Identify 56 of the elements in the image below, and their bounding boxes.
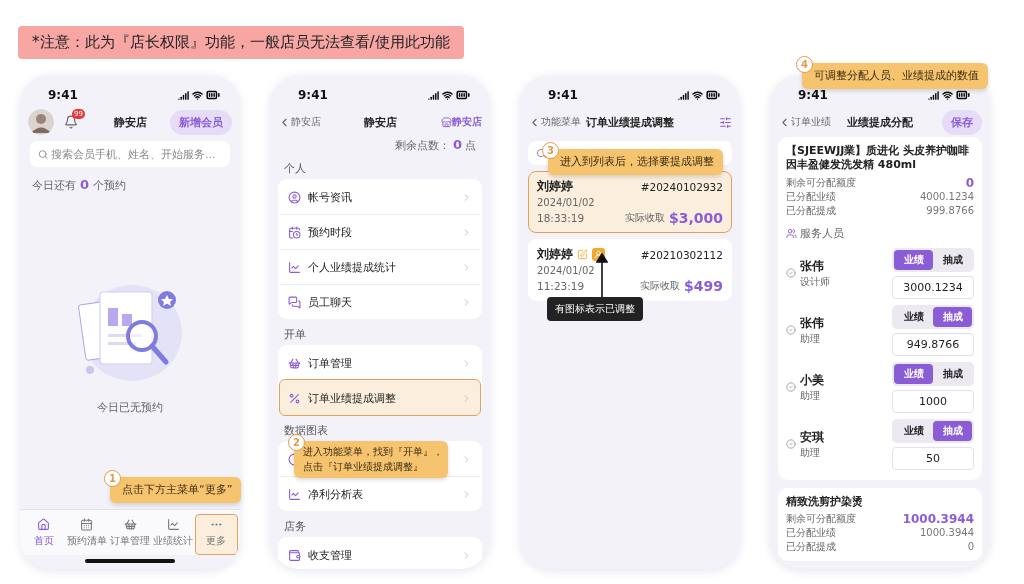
status-time: 9:41: [548, 88, 578, 102]
customer-name: 刘婷婷: [537, 178, 573, 195]
status-time: 9:41: [298, 88, 328, 102]
stat-label: 剩余可分配额度: [786, 511, 856, 526]
order-date: 2024/01/02: [537, 197, 596, 208]
stat-value: 1000.3944: [919, 527, 974, 539]
stat-label: 已分配业绩: [786, 189, 836, 204]
staff-role: 设计师: [800, 274, 830, 289]
points-value: 0: [452, 137, 462, 152]
status-time: 9:41: [48, 88, 78, 102]
stat-label: 已分配业绩: [786, 525, 836, 540]
screen-title: 业绩提成分配: [847, 114, 913, 130]
screen-title: 静安店: [363, 114, 397, 130]
section-title: 个人: [283, 161, 307, 177]
order-number: #20240102932: [640, 180, 723, 193]
notice-banner: *注意：此为『店长权限』功能，一般店员无法查看/使用此功能: [18, 26, 464, 59]
staff-name: 张伟: [800, 257, 825, 275]
amount-label: 实际收取: [624, 211, 665, 225]
order-time: 18:33:19: [537, 212, 585, 224]
order-amount: $499: [684, 278, 723, 294]
tooltip: 有图标表示已调整: [547, 297, 643, 321]
staff-name: 小美: [800, 371, 824, 389]
stat-value: 999.8766: [926, 205, 974, 217]
product-name: 【SJEEWJJ業】质进化 头皮养护咖啡因丰盈健发洗发精 480ml: [786, 144, 971, 173]
section-title: 服务人员: [800, 225, 844, 241]
staff-name: 安琪: [800, 428, 824, 446]
step-number: 4: [796, 56, 813, 73]
product-name: 精致洗剪护染烫: [786, 494, 864, 509]
stat-value: 1000.3944: [902, 511, 974, 526]
staff-role: 助理: [800, 445, 821, 460]
order-amount: $3,000: [668, 210, 723, 226]
points-label: 剩余点数：: [394, 138, 450, 153]
stat-value: 4000.1234: [919, 191, 974, 203]
empty-message: 今日已无预约: [97, 399, 163, 415]
points-unit: 点: [465, 138, 476, 153]
order-number: #20210302112: [640, 248, 723, 261]
appointment-label: 今日还有: [32, 178, 76, 193]
stat-value: 0: [967, 541, 974, 553]
order-time: 11:23:19: [537, 280, 585, 292]
stat-label: 已分配提成: [786, 203, 836, 218]
status-time: 9:41: [798, 88, 828, 102]
appointment-count: 0: [80, 177, 90, 192]
screen-title: 静安店: [113, 114, 147, 130]
screen-title: 订单业绩提成调整: [586, 114, 674, 130]
stat-label: 已分配提成: [786, 539, 836, 554]
appointment-label: 个预约: [93, 178, 127, 193]
customer-name: 刘婷婷: [537, 246, 573, 263]
section-title: 开单: [283, 327, 307, 343]
staff-role: 助理: [800, 331, 821, 346]
section-title: 店务: [283, 519, 307, 535]
staff-name: 张伟: [800, 314, 824, 332]
stat-value: 0: [965, 175, 974, 190]
stat-label: 剩余可分配额度: [786, 175, 856, 190]
order-date: 2024/01/02: [537, 265, 596, 276]
amount-label: 实际收取: [640, 279, 681, 293]
staff-role: 助理: [800, 388, 821, 403]
